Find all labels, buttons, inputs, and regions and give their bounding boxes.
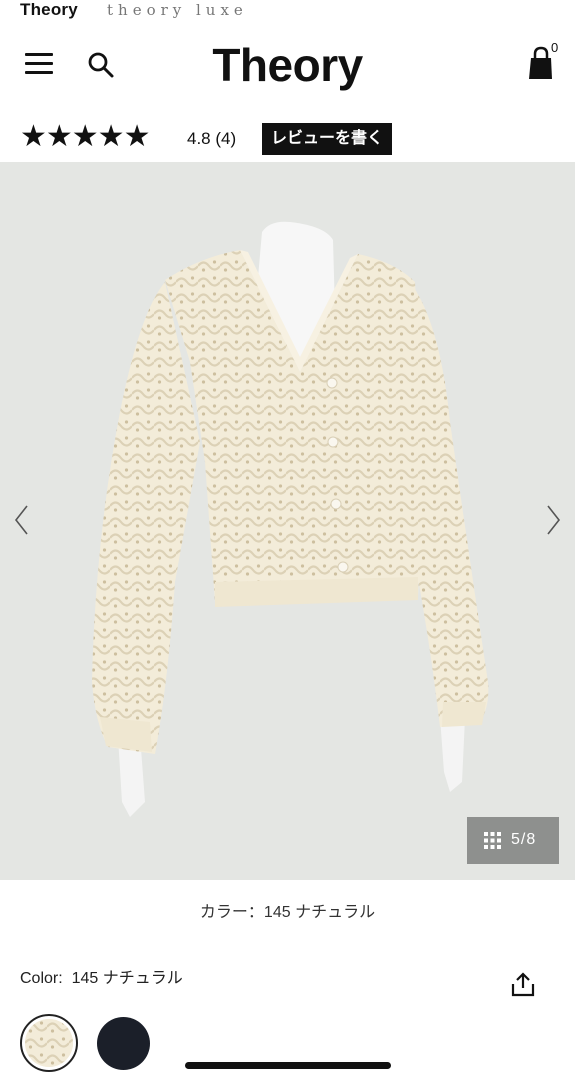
color-label-prefix: Color: xyxy=(20,970,63,987)
swatch-natural-fill xyxy=(25,1019,73,1067)
product-page: Theory theory luxe Theory 0 ★★★★★ 4.8 (4… xyxy=(0,0,575,1080)
site-logo[interactable]: Theory xyxy=(0,38,575,92)
brand-switcher: Theory theory luxe xyxy=(0,0,575,22)
color-swatch-natural[interactable] xyxy=(20,1014,78,1072)
color-value: 145 ナチュラル xyxy=(71,970,183,987)
color-selector-header: Color: 145 ナチュラル xyxy=(0,960,575,1000)
color-swatch-navy[interactable] xyxy=(97,1017,150,1070)
home-indicator[interactable] xyxy=(185,1062,391,1069)
cart-count-badge: 0 xyxy=(551,40,559,55)
color-label: Color: 145 ナチュラル xyxy=(20,964,183,988)
site-header: Theory 0 xyxy=(0,30,575,100)
image-counter-button[interactable]: 5/8 xyxy=(467,817,559,864)
grid-icon xyxy=(484,832,501,849)
chevron-right-icon[interactable] xyxy=(538,500,568,540)
product-image-gallery[interactable]: 5/8 xyxy=(0,162,575,880)
rating-stars[interactable]: ★★★★★ xyxy=(20,121,150,153)
image-counter-text: 5/8 xyxy=(511,831,537,848)
write-review-button[interactable]: レビューを書く xyxy=(262,123,393,155)
image-color-caption: カラー：145 ナチュラル xyxy=(199,904,376,921)
share-icon[interactable] xyxy=(510,972,536,998)
product-photo xyxy=(92,221,489,817)
rating-row: ★★★★★ 4.8 (4) レビューを書く xyxy=(0,121,575,156)
brand-link-theory-luxe[interactable]: theory luxe xyxy=(107,1,248,19)
brand-link-theory[interactable]: Theory xyxy=(20,0,78,20)
chevron-left-icon[interactable] xyxy=(8,500,38,540)
rating-summary[interactable]: 4.8 (4) xyxy=(187,129,236,149)
